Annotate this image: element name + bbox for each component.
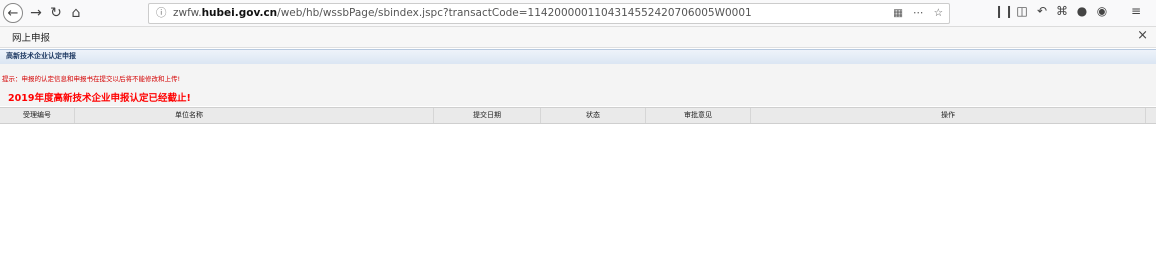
library-icon[interactable]: ❙❙ <box>994 4 1014 18</box>
undo-icon[interactable]: ↶ <box>1034 4 1050 18</box>
page-tab-bar: 网上申报 × <box>0 27 1156 48</box>
section-title: 高新技术企业认定申报 <box>6 52 76 60</box>
column-header-unit-name: 单位名称 <box>75 108 434 123</box>
back-arrow-icon[interactable]: ← <box>3 3 23 23</box>
qr-code-icon[interactable]: ▦ <box>893 4 903 23</box>
home-icon[interactable]: ⌂ <box>66 3 86 23</box>
table-header: 受理编号 单位名称 提交日期 状态 审批意见 操作 <box>0 107 1156 124</box>
column-header-acceptance-number: 受理编号 <box>0 108 75 123</box>
deadline-message: 2019年度高新技术企业申报认定已经截止! <box>8 93 191 104</box>
close-icon[interactable]: × <box>1137 28 1148 43</box>
url-actions: ▦ ⋯ ☆ <box>893 4 943 23</box>
site-info-icon[interactable]: ⓘ <box>156 4 167 23</box>
address-bar[interactable]: ⓘ zwfw.hubei.gov.cn/web/hb/wssbPage/sbin… <box>148 3 950 24</box>
url-prefix: zwfw. <box>173 7 202 19</box>
column-header-status: 状态 <box>541 108 646 123</box>
chat-icon[interactable]: ● <box>1074 4 1090 18</box>
reload-icon[interactable]: ↻ <box>46 3 66 23</box>
page-actions-icon[interactable]: ⋯ <box>913 4 924 23</box>
column-header-approval-opinion: 审批意见 <box>646 108 751 123</box>
section-header: 高新技术企业认定申报 <box>0 49 1156 65</box>
notice-text: 提示：申报的认定信息和申报书在提交以后将不能修改和上传! <box>2 75 181 83</box>
column-header-submit-date: 提交日期 <box>434 108 541 123</box>
url-text: zwfw.hubei.gov.cn/web/hb/wssbPage/sbinde… <box>173 4 752 23</box>
column-header-operation: 操作 <box>751 108 1146 123</box>
extension-icon[interactable]: ◉ <box>1094 4 1110 18</box>
sidebar-icon[interactable]: ◫ <box>1014 4 1030 18</box>
notice-area: 提示：申报的认定信息和申报书在提交以后将不能修改和上传! 2019年度高新技术企… <box>0 64 1156 106</box>
forward-arrow-icon[interactable]: → <box>26 3 46 23</box>
url-domain: hubei.gov.cn <box>201 7 278 19</box>
screenshot-icon[interactable]: ⌘ <box>1054 4 1070 18</box>
bookmark-star-icon[interactable]: ☆ <box>934 4 943 23</box>
tab-online-declaration[interactable]: 网上申报 <box>12 30 50 44</box>
browser-toolbar: ← → ↻ ⌂ ⓘ zwfw.hubei.gov.cn/web/hb/wssbP… <box>0 0 1156 27</box>
url-path: /web/hb/wssbPage/sbindex.jspc?transactCo… <box>277 7 752 19</box>
menu-icon[interactable]: ≡ <box>1128 4 1144 18</box>
